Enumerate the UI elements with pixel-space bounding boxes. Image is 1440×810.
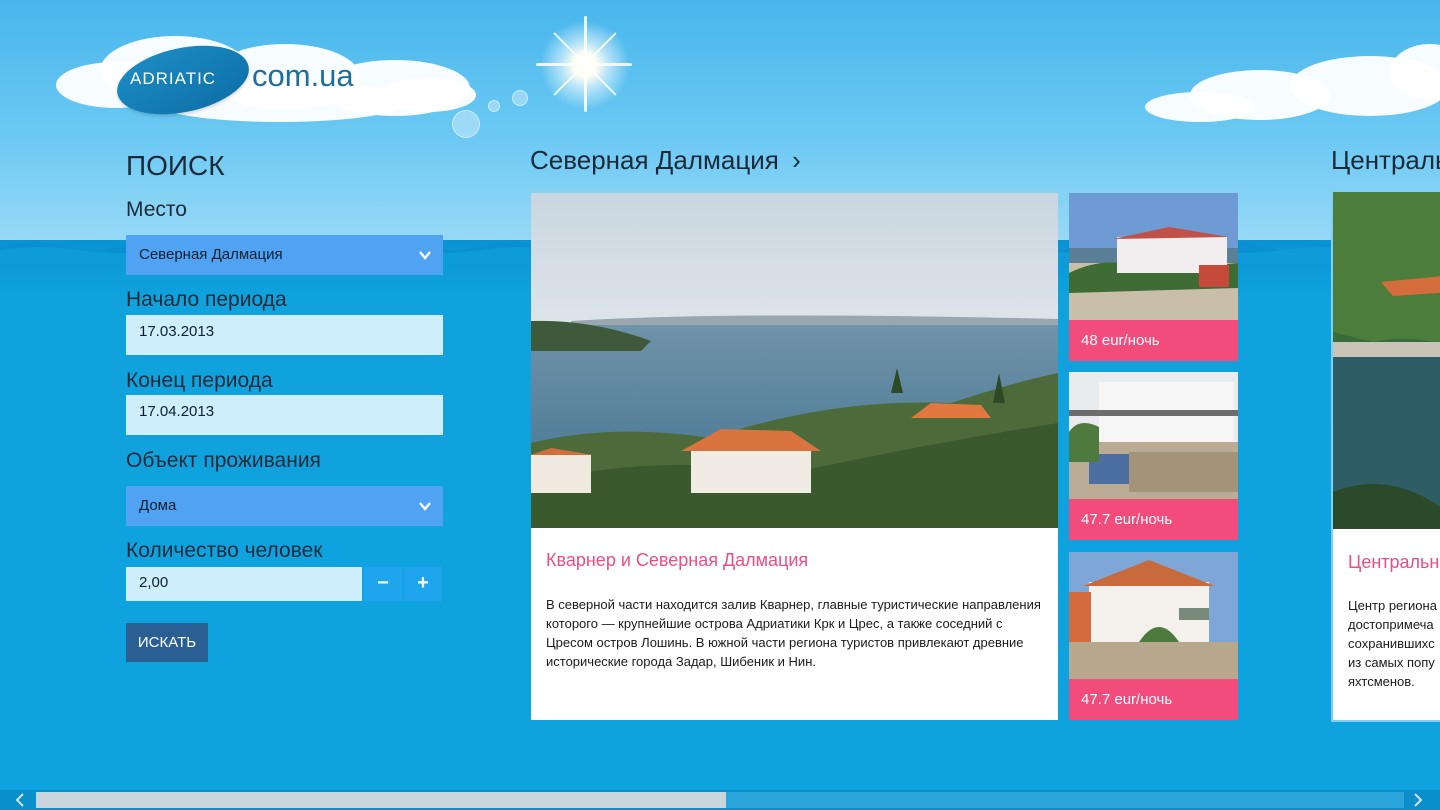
chevron-down-icon xyxy=(419,502,431,511)
region-hero-description: В северной части находится залив Кварнер… xyxy=(546,597,1041,669)
region-photo xyxy=(531,193,1058,528)
region-hero-description: Центр региона достопримеча сохранившихс … xyxy=(1348,596,1440,691)
scrollbar-thumb[interactable] xyxy=(36,792,726,808)
accommodation-select[interactable]: Дома xyxy=(126,486,443,526)
property-price: 47.7 eur/ночь xyxy=(1069,499,1238,540)
bubble xyxy=(488,100,500,112)
property-tile[interactable]: 48 eur/ночь xyxy=(1069,193,1238,361)
description-line: яхтсменов. xyxy=(1348,674,1415,689)
chevron-right-icon: › xyxy=(792,145,801,175)
description-line: из самых попу xyxy=(1348,655,1435,670)
property-price: 48 eur/ночь xyxy=(1069,320,1238,361)
description-line: Центр региона xyxy=(1348,598,1437,613)
decrement-button[interactable]: − xyxy=(364,567,402,601)
arrow-right-icon[interactable] xyxy=(1408,791,1428,809)
accommodation-label: Объект проживания xyxy=(126,449,321,472)
description-line: сохранившихс xyxy=(1348,636,1435,651)
place-select-value: Северная Далмация xyxy=(139,246,283,263)
property-photo xyxy=(1069,193,1238,320)
people-count-input[interactable]: 2,00 xyxy=(126,567,362,601)
logo-domain-text: com.ua xyxy=(252,58,354,93)
property-tile[interactable]: 47.7 eur/ночь xyxy=(1069,372,1238,540)
increment-button[interactable]: + xyxy=(404,567,442,601)
end-date-label: Конец периода xyxy=(126,369,273,392)
logo-brand-text: ADRIATIC xyxy=(130,69,217,88)
end-date-input[interactable]: 17.04.2013 xyxy=(126,395,443,435)
chevron-down-icon xyxy=(419,251,431,260)
place-select[interactable]: Северная Далмация xyxy=(126,235,443,275)
property-photo xyxy=(1069,552,1238,679)
search-button[interactable]: ИСКАТЬ xyxy=(126,623,208,662)
adriatic-logo[interactable]: ADRIATIC com.ua xyxy=(110,34,376,126)
place-label: Место xyxy=(126,198,187,221)
group-title-text: Северная Далмация xyxy=(530,145,779,175)
people-count-label: Количество человек xyxy=(126,539,323,562)
region-photo xyxy=(1333,192,1440,529)
region-hero-card[interactable]: Кварнер и Северная Далмация В северной ч… xyxy=(531,193,1058,720)
bubble xyxy=(452,110,480,138)
group-title-text: Централь xyxy=(1331,145,1440,175)
region-hero-card[interactable]: Центральн Центр региона достопримеча сох… xyxy=(1331,190,1440,722)
accommodation-select-value: Дома xyxy=(139,497,177,514)
property-price: 47.7 eur/ночь xyxy=(1069,679,1238,720)
start-date-input[interactable]: 17.03.2013 xyxy=(126,315,443,355)
region-hero-title: Центральн xyxy=(1348,552,1440,572)
group-title-central[interactable]: Централь xyxy=(1331,145,1440,176)
bubble xyxy=(512,90,528,106)
arrow-left-icon[interactable] xyxy=(10,791,30,809)
start-date-label: Начало периода xyxy=(126,288,287,311)
group-title-north-dalmatia[interactable]: Северная Далмация › xyxy=(530,145,801,176)
property-tile[interactable]: 47.7 eur/ночь xyxy=(1069,552,1238,720)
region-hero-title: Кварнер и Северная Далмация xyxy=(546,550,809,570)
search-title: ПОИСК xyxy=(126,150,225,181)
property-photo xyxy=(1069,372,1238,499)
description-line: достопримеча xyxy=(1348,617,1434,632)
